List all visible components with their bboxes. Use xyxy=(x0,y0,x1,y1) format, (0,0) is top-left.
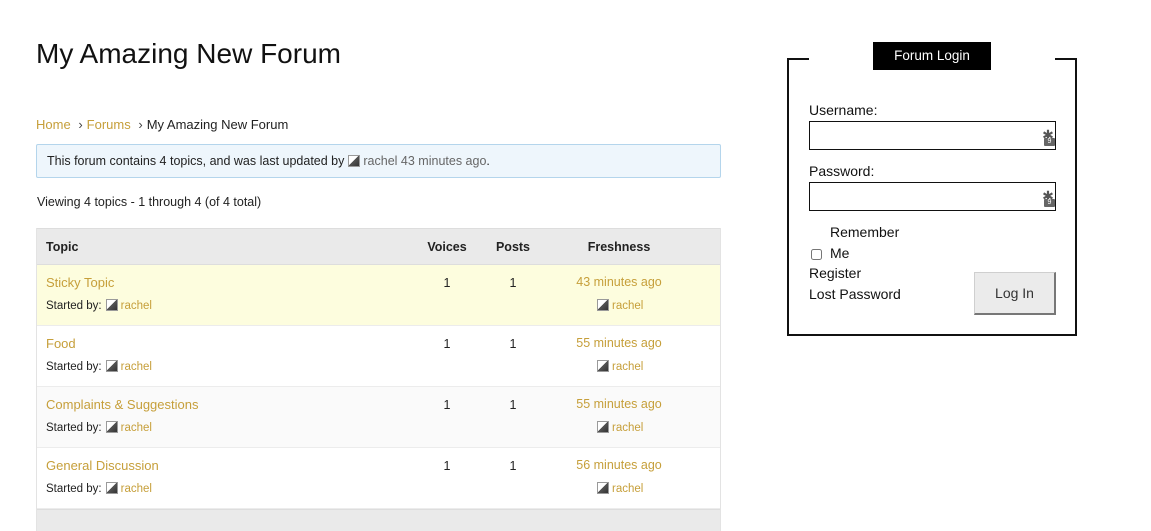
avatar-icon[interactable] xyxy=(105,482,118,494)
remember-me-label[interactable]: Remember Me xyxy=(830,222,899,264)
topic-freshness-link[interactable]: 55 minutes ago xyxy=(549,336,689,350)
topic-title-link[interactable]: Complaints & Suggestions xyxy=(46,397,198,412)
avatar-icon[interactable] xyxy=(597,299,609,311)
last-user-link[interactable]: rachel xyxy=(612,361,643,373)
column-posts: Posts xyxy=(495,240,531,254)
topic-voices: 1 xyxy=(443,337,451,351)
page-title: My Amazing New Forum xyxy=(36,38,341,69)
topic-freshness-link[interactable]: 43 minutes ago xyxy=(549,275,689,289)
topic-started-by: Started by: rachel xyxy=(46,421,152,434)
breadcrumb-separator: › xyxy=(138,117,143,132)
avatar-icon[interactable] xyxy=(597,421,609,433)
remember-me-line2: Me xyxy=(830,245,850,261)
username-label: Username: xyxy=(809,102,878,118)
topic-row: Complaints & Suggestions Started by: rach… xyxy=(37,387,720,448)
topic-started-by: Started by: rachel xyxy=(46,299,152,312)
breadcrumb-separator: › xyxy=(78,117,83,132)
username-input[interactable] xyxy=(809,121,1056,150)
topics-table: Topic Voices Posts Freshness Sticky Topi… xyxy=(36,228,721,531)
breadcrumb-forums[interactable]: Forums xyxy=(87,117,131,132)
topic-title-link[interactable]: Sticky Topic xyxy=(46,275,114,290)
topics-footer xyxy=(37,509,720,531)
column-voices: Voices xyxy=(427,240,467,254)
breadcrumb: Home › Forums › My Amazing New Forum xyxy=(36,117,288,132)
topic-voices: 1 xyxy=(443,459,451,473)
last-user-link[interactable]: rachel xyxy=(612,483,643,495)
started-by-label: Started by: xyxy=(46,300,102,312)
topic-posts: 1 xyxy=(509,276,517,290)
avatar-icon[interactable] xyxy=(348,155,361,167)
topic-author-link[interactable]: rachel xyxy=(121,483,152,495)
password-manager-icon[interactable]: ✱ 9 xyxy=(1041,189,1055,207)
remember-me-line1: Remember xyxy=(830,224,900,240)
topics-header: Topic Voices Posts Freshness xyxy=(37,228,720,265)
topic-row: Food Started by: rachel 1 1 55 minutes ag… xyxy=(37,326,720,387)
topic-row: General Discussion Started by: rachel 1 1… xyxy=(37,448,720,509)
notice-freshness-link[interactable]: 43 minutes ago xyxy=(401,154,486,168)
topic-row: Sticky Topic Started by: rachel 1 1 43 mi… xyxy=(37,265,720,326)
breadcrumb-home[interactable]: Home xyxy=(36,117,71,132)
remember-me-checkbox[interactable] xyxy=(811,249,822,260)
topic-last-user: rachel xyxy=(597,482,643,495)
login-title: Forum Login xyxy=(873,42,991,70)
notice-end: . xyxy=(486,154,490,168)
topic-started-by: Started by: rachel xyxy=(46,482,152,495)
topic-started-by: Started by: rachel xyxy=(46,360,152,373)
frame-corner xyxy=(787,58,809,60)
topic-title-link[interactable]: General Discussion xyxy=(46,458,159,473)
password-input[interactable] xyxy=(809,182,1056,211)
forum-info-notice: This forum contains 4 topics, and was la… xyxy=(36,144,721,178)
lost-password-link[interactable]: Lost Password xyxy=(809,286,901,302)
pagination-count: Viewing 4 topics - 1 through 4 (of 4 tot… xyxy=(37,195,262,209)
notice-text: This forum contains 4 topics, and was la… xyxy=(47,154,345,168)
avatar-icon[interactable] xyxy=(105,299,118,311)
last-user-link[interactable]: rachel xyxy=(612,422,643,434)
frame-corner xyxy=(1055,58,1077,60)
column-freshness: Freshness xyxy=(587,240,651,254)
started-by-label: Started by: xyxy=(46,361,102,373)
topic-last-user: rachel xyxy=(597,421,643,434)
topic-last-user: rachel xyxy=(597,299,643,312)
log-in-button[interactable]: Log In xyxy=(974,272,1056,315)
avatar-icon[interactable] xyxy=(597,360,609,372)
avatar-icon[interactable] xyxy=(105,360,118,372)
notice-user-link[interactable]: rachel xyxy=(363,154,397,168)
started-by-label: Started by: xyxy=(46,422,102,434)
topic-posts: 1 xyxy=(509,459,517,473)
topic-posts: 1 xyxy=(509,337,517,351)
forum-login-widget: Forum Login Username: ✱ 9 Password: ✱ 9 Re… xyxy=(787,42,1077,336)
topic-freshness-link[interactable]: 56 minutes ago xyxy=(549,458,689,472)
register-link[interactable]: Register xyxy=(809,265,861,281)
topic-posts: 1 xyxy=(509,398,517,412)
topic-freshness-link[interactable]: 55 minutes ago xyxy=(549,397,689,411)
last-user-link[interactable]: rachel xyxy=(612,300,643,312)
topic-title-link[interactable]: Food xyxy=(46,336,76,351)
password-manager-badge: 9 xyxy=(1044,138,1055,146)
password-manager-badge: 9 xyxy=(1044,199,1055,207)
password-label: Password: xyxy=(809,163,875,179)
avatar-icon[interactable] xyxy=(105,421,118,433)
topic-author-link[interactable]: rachel xyxy=(121,422,152,434)
topic-author-link[interactable]: rachel xyxy=(121,300,152,312)
topic-voices: 1 xyxy=(443,398,451,412)
started-by-label: Started by: xyxy=(46,483,102,495)
avatar-icon[interactable] xyxy=(597,482,609,494)
breadcrumb-current: My Amazing New Forum xyxy=(146,117,289,132)
topic-author-link[interactable]: rachel xyxy=(121,361,152,373)
password-manager-icon[interactable]: ✱ 9 xyxy=(1041,128,1055,146)
topic-last-user: rachel xyxy=(597,360,643,373)
column-topic: Topic xyxy=(46,240,79,254)
topic-voices: 1 xyxy=(443,276,451,290)
